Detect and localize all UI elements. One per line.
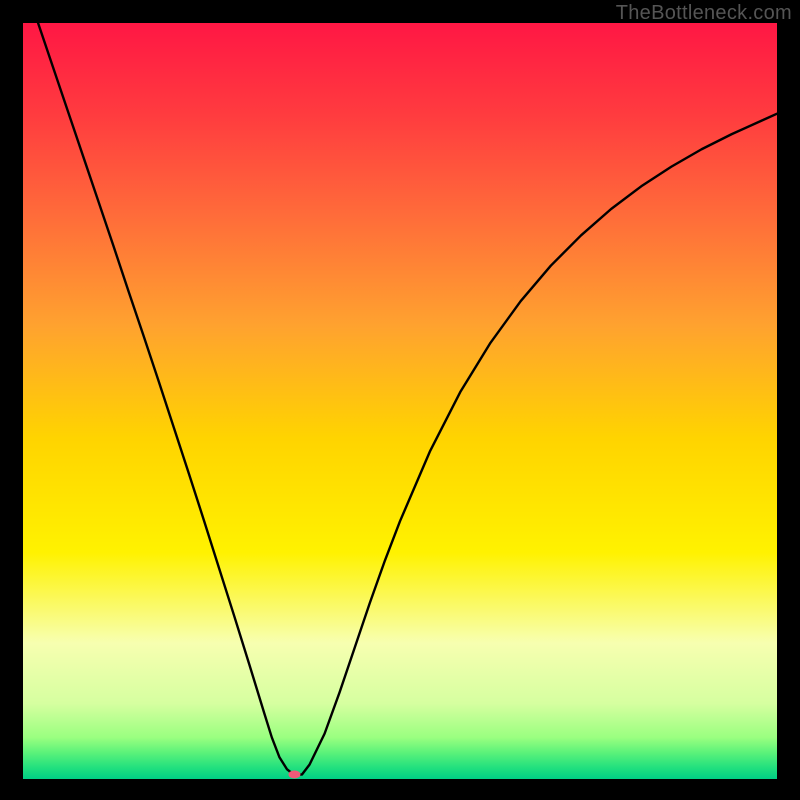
- watermark-text: TheBottleneck.com: [616, 2, 792, 25]
- optimal-point-marker: [288, 770, 300, 778]
- plot-background: [23, 23, 777, 779]
- bottleneck-chart: [23, 23, 777, 779]
- chart-frame: [23, 23, 777, 779]
